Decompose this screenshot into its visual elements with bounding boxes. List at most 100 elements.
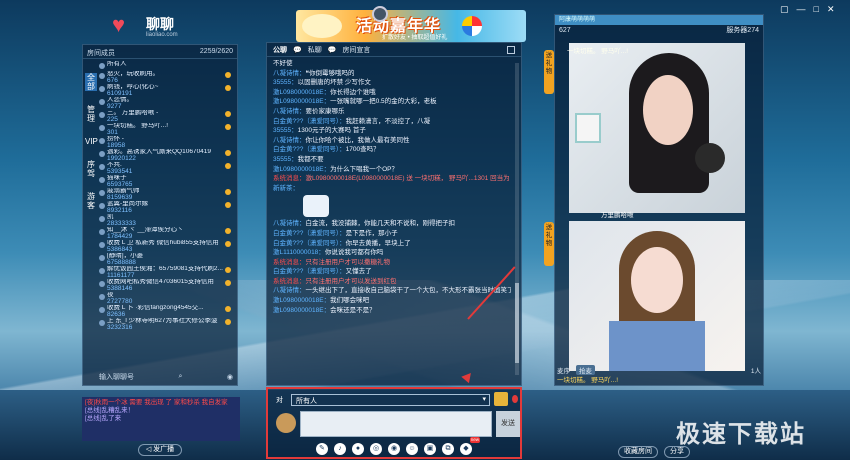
message-sender[interactable]: 系统消息： <box>273 278 306 285</box>
queue-user[interactable]: 一块切糕。 野马吖...! <box>557 374 761 384</box>
member-item[interactable]: 收费 L 卫 私新秀 微信hubi855支持信用 5386843 <box>99 240 235 253</box>
message-text: 只有注册用户才可以发送到红包 <box>305 277 397 285</box>
member-item[interactable]: 知__沐 ヾ __滞潭俟分心丶 1784429 <box>99 227 235 240</box>
microphone-icon[interactable]: ● <box>352 443 364 455</box>
message-sender[interactable]: 35555： <box>273 156 298 163</box>
member-header-label: 房间成员 <box>87 50 115 57</box>
member-item[interactable]: 三。 万里鹏哈啾 -225 <box>99 110 235 123</box>
tab-mic-queue[interactable]: 麦序 <box>557 365 570 375</box>
message-sender[interactable]: 35555： <box>273 127 298 134</box>
maximize-icon[interactable]: □ <box>814 4 819 15</box>
member-item[interactable]: 解忧饭园王侯湘：65759081支持代刷2... 11161177 <box>99 266 235 279</box>
screenshot-icon[interactable]: ⧉ <box>442 443 454 455</box>
streamer-face <box>631 247 683 313</box>
message-sender[interactable]: 八凝诗情： <box>273 220 306 227</box>
headset-icon[interactable]: ◎ <box>370 443 382 455</box>
chat-scrollbar[interactable] <box>515 63 519 375</box>
member-search-input[interactable]: 输入聊聊号 <box>99 372 134 382</box>
tab-vip[interactable]: VIP <box>85 137 98 146</box>
level-badge-icon <box>225 124 231 130</box>
pen-icon[interactable]: ✎ <box>316 443 328 455</box>
recipient-row: 对 所有人 <box>276 393 490 407</box>
expand-icon[interactable] <box>507 45 515 54</box>
message-sender[interactable]: 激L0980000018E： <box>273 166 330 173</box>
message-sender[interactable]: 白金黄???（潇爱同号）： <box>273 146 346 153</box>
message-sender[interactable]: 激L0980000018E： <box>273 297 330 304</box>
member-item[interactable]: 刷钱，哼心(化心~ 6109191 <box>99 84 235 97</box>
gift-icon[interactable] <box>494 392 508 406</box>
scrollbar-thumb[interactable] <box>515 283 519 363</box>
close-icon[interactable]: ✕ <box>827 4 835 15</box>
video-main[interactable] <box>569 43 745 213</box>
tab-guest[interactable]: 游客 <box>85 192 97 210</box>
side-gift-tab[interactable]: 送礼物 <box>544 222 554 266</box>
message-sender[interactable]: 系统消息： <box>273 259 306 266</box>
favorite-room-button[interactable]: 收藏房间 <box>618 446 658 458</box>
camera-icon[interactable]: ◉ <box>388 443 400 455</box>
volume-icon[interactable]: ♪ <box>334 443 346 455</box>
game-icon[interactable]: ◆ <box>460 437 480 455</box>
message-sender[interactable]: 白金黄???（潇爱同号）： <box>273 268 346 275</box>
grab-mic-button[interactable]: 抢麦 <box>576 364 595 375</box>
member-item[interactable]: 上 东_l 少林寺明627为事社大修公季菠 3232316 <box>99 318 235 331</box>
member-item[interactable]: 收费网吧私秀微信47036015支持信用 5388146 <box>99 279 235 292</box>
minimize-icon[interactable]: — <box>797 4 806 15</box>
pin-icon[interactable] <box>512 395 518 403</box>
message-sender[interactable]: 激L1110000018： <box>273 249 325 256</box>
message-textarea[interactable] <box>300 411 492 437</box>
message-sender[interactable]: 八凝诗情： <box>273 70 306 77</box>
message-sender[interactable]: 白金黄???（潇爱同号）： <box>273 118 346 125</box>
search-icon[interactable]: ⌕ <box>178 373 182 381</box>
location-icon[interactable]: ◉ <box>227 373 233 381</box>
emoji-icon[interactable]: ☺ <box>406 443 418 455</box>
message-sender[interactable]: 八凝诗情： <box>273 108 306 115</box>
message-sender[interactable]: 激L0980000018E： <box>273 98 330 105</box>
chat-toolbar: ✎ ♪ ● ◎ ◉ ☺ ▣ ⧉ ◆ <box>316 437 480 455</box>
message-sender[interactable]: 白金黄???（潇爱同号）： <box>273 230 346 237</box>
member-item[interactable]: 戚溺霸气帅 8159639 <box>99 188 235 201</box>
event-banner[interactable]: 活动嘉年华 扩散好友 • 抽取超值好礼 <box>296 10 526 42</box>
tab-admin[interactable]: 管理 <box>85 105 97 123</box>
member-item[interactable]: [静晴]，小菱 67588888 <box>99 253 235 266</box>
member-item[interactable]: 怒火，玩收刷用。 676 <box>99 71 235 84</box>
message-text: 是下是作，那小子 <box>345 229 398 237</box>
member-item[interactable]: 收费 L 卜 ·彩信fangzong4545交... 82636 <box>99 305 235 318</box>
message-sender[interactable]: 八凝诗情： <box>273 287 306 294</box>
message-sender[interactable]: 激L0980000018E： <box>273 307 330 314</box>
member-item[interactable]: 一块切糕。 野马吖...! 301 <box>99 123 235 136</box>
member-item[interactable]: 猫咪子 6593765 <box>99 175 235 188</box>
member-count: 2259/2620 <box>199 48 233 55</box>
recipient-select[interactable]: 所有人 <box>291 394 490 406</box>
tab-queue[interactable]: 序驾 <box>85 160 97 178</box>
member-item[interactable]: 凯 28333333 <box>99 214 235 227</box>
image-icon[interactable]: ▣ <box>424 443 436 455</box>
member-item[interactable]: 遇彩。高诱家入气厮来QQ10670419 19920122 <box>99 149 235 162</box>
member-item[interactable]: 蓝翼-里尚尔嫁 8932116 <box>99 201 235 214</box>
tab-private-chat[interactable]: 私聊 <box>308 45 322 55</box>
message-sender[interactable]: 35555： <box>273 79 298 86</box>
mic-queue: 麦序 抢麦 1人 一块切糕。 野马吖...! <box>557 364 761 384</box>
video-second[interactable] <box>569 221 745 371</box>
menu-orb-button[interactable] <box>372 6 388 22</box>
broadcast-button[interactable]: ◁ 发广播 <box>138 444 182 456</box>
skin-icon[interactable]: ▢ <box>780 4 789 15</box>
side-gift-tab[interactable]: 送礼物 <box>544 50 554 94</box>
member-item[interactable]: 捞怀 -18958 <box>99 136 235 149</box>
send-button[interactable]: 发送 <box>496 411 520 437</box>
member-item[interactable]: 不共. 5393541 <box>99 162 235 175</box>
message-sender[interactable]: 系统消息： <box>273 175 306 182</box>
member-header: 房间成员 2259/2620 <box>83 45 237 59</box>
message-sender[interactable]: 白金黄???（潇爱同号）： <box>273 240 346 247</box>
message-sender[interactable]: 新新茶： <box>273 185 299 192</box>
tab-room-announcement[interactable]: 房间宣言 <box>342 45 370 55</box>
member-id: 3232316 <box>107 323 133 331</box>
member-tabs: 全部 管理 VIP 序驾 游客 <box>85 73 98 224</box>
member-item[interactable]: 人恋情。 9277 <box>99 97 235 110</box>
member-item[interactable]: 夜 2727780 <box>99 292 235 305</box>
member-all-item[interactable]: 所有人 <box>99 61 235 71</box>
tab-all[interactable]: 全部 <box>85 73 97 91</box>
message-sender[interactable]: 激L0980000018E： <box>273 89 330 96</box>
tab-public-chat[interactable]: 公聊 <box>273 45 287 55</box>
message-text: 白金流，我没捕棘，你能几天和不说和，刚得把子扣 <box>305 220 456 228</box>
message-sender[interactable]: 八凝诗情： <box>273 137 306 144</box>
